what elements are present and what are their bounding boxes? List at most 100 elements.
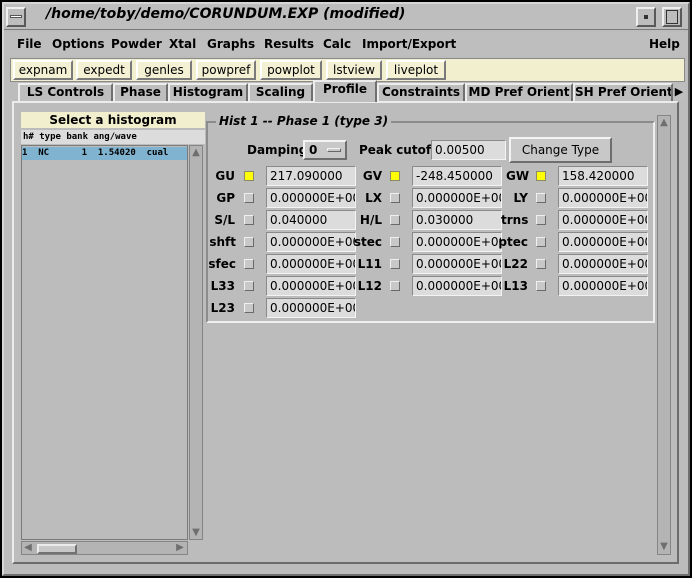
param-field-l11[interactable]: 0.000000E+00 [412, 254, 502, 274]
refine-checkbox-l11[interactable] [390, 259, 400, 269]
param-field-l23[interactable]: 0.000000E+00 [266, 298, 356, 318]
expedt-button[interactable]: expedt [76, 60, 132, 80]
tab-scaling[interactable]: Scaling [248, 83, 313, 101]
refine-checkbox-sfec[interactable] [244, 259, 254, 269]
menu-file[interactable]: File [17, 37, 42, 51]
param-field-lx[interactable]: 0.000000E+00 [412, 188, 502, 208]
param-field-gv[interactable]: -248.450000 [412, 166, 502, 186]
expnam-button[interactable]: expnam [13, 60, 73, 80]
lstview-button[interactable]: lstview [326, 60, 382, 80]
refine-checkbox-l22[interactable] [536, 259, 546, 269]
hscroll-thumb[interactable] [37, 544, 77, 554]
param-field-l12[interactable]: 0.000000E+00 [412, 276, 502, 296]
scroll-down-icon[interactable]: ▼ [190, 527, 202, 539]
menu-graphs[interactable]: Graphs [207, 37, 255, 51]
menu-xtal[interactable]: Xtal [169, 37, 196, 51]
param-field-l13[interactable]: 0.000000E+00 [558, 276, 648, 296]
minimize-button[interactable] [636, 7, 656, 27]
param-field-trns[interactable]: 0.000000E+00 [558, 210, 648, 230]
param-field-sl[interactable]: 0.040000 [266, 210, 356, 230]
refine-checkbox-ptec[interactable] [536, 237, 546, 247]
liveplot-button[interactable]: liveplot [386, 60, 446, 80]
window-menu-button[interactable] [6, 7, 26, 27]
tab-md-pref-orient[interactable]: MD Pref Orient [465, 83, 573, 101]
menu-powder[interactable]: Powder [111, 37, 162, 51]
option-menu-icon [327, 148, 341, 152]
tab-scroll-right-icon[interactable]: ▶ [673, 84, 685, 100]
histogram-list-columns: h# type bank ang/wave [21, 130, 205, 144]
refine-checkbox-stec[interactable] [390, 237, 400, 247]
refine-checkbox-sl[interactable] [244, 215, 254, 225]
menu-options[interactable]: Options [52, 37, 105, 51]
refine-checkbox-l23[interactable] [244, 303, 254, 313]
param-label-shft: shft [209, 235, 236, 249]
scroll-up-icon[interactable]: ▲ [190, 147, 202, 159]
param-label-gp: GP [216, 191, 235, 205]
param-field-gu[interactable]: 217.090000 [266, 166, 356, 186]
peak-cutoff-field[interactable]: 0.00500 [431, 140, 506, 160]
menu-import-export[interactable]: Import/Export [362, 37, 456, 51]
maximize-button[interactable] [662, 7, 682, 27]
maximize-icon [666, 10, 678, 24]
tab-profile[interactable]: Profile [313, 80, 377, 102]
menu-help[interactable]: Help [649, 37, 680, 51]
histogram-list-item[interactable]: 1 NC 1 1.54020 cual [22, 147, 187, 160]
refine-checkbox-l13[interactable] [536, 281, 546, 291]
param-field-sfec[interactable]: 0.000000E+00 [266, 254, 356, 274]
param-label-gv: GV [362, 169, 382, 183]
damping-menu[interactable]: 0 [303, 140, 347, 160]
powplot-button[interactable]: powplot [260, 60, 322, 80]
param-label-ly: LY [513, 191, 528, 205]
genles-button[interactable]: genles [136, 60, 192, 80]
param-field-gp[interactable]: 0.000000E+00 [266, 188, 356, 208]
profile-scrollbar[interactable] [657, 115, 671, 555]
tab-constraints[interactable]: Constraints [377, 83, 465, 101]
param-label-l11: L11 [357, 257, 382, 271]
param-field-ptec[interactable]: 0.000000E+00 [558, 232, 648, 252]
histogram-list-scrollbar[interactable] [189, 145, 203, 540]
refine-checkbox-lx[interactable] [390, 193, 400, 203]
histogram-list[interactable] [21, 145, 188, 540]
frame-title: Hist 1 -- Phase 1 (type 3) [216, 114, 392, 128]
param-label-gu: GU [215, 169, 235, 183]
scroll-left-icon[interactable]: ◀ [22, 542, 34, 554]
refine-checkbox-gp[interactable] [244, 193, 254, 203]
param-field-l33[interactable]: 0.000000E+00 [266, 276, 356, 296]
refine-checkbox-gv[interactable] [390, 171, 400, 181]
tab-ls-controls[interactable]: LS Controls [18, 83, 113, 101]
param-label-ptec: ptec [498, 235, 528, 249]
peak-cutoff-label: Peak cutoff [359, 143, 436, 157]
refine-checkbox-l12[interactable] [390, 281, 400, 291]
menu-calc[interactable]: Calc [323, 37, 351, 51]
tab-sh-pref-orient[interactable]: SH Pref Orient [573, 83, 673, 101]
refine-checkbox-l33[interactable] [244, 281, 254, 291]
refine-checkbox-shft[interactable] [244, 237, 254, 247]
refine-checkbox-hl[interactable] [390, 215, 400, 225]
param-field-shft[interactable]: 0.000000E+00 [266, 232, 356, 252]
refine-checkbox-trns[interactable] [536, 215, 546, 225]
minimize-icon [644, 15, 648, 19]
param-field-gw[interactable]: 158.420000 [558, 166, 648, 186]
window-title: /home/toby/demo/CORUNDUM.EXP (modified) [46, 6, 406, 22]
profile-scroll-down-icon[interactable]: ▼ [658, 541, 670, 553]
param-field-l22[interactable]: 0.000000E+00 [558, 254, 648, 274]
param-label-sfec: sfec [208, 257, 236, 271]
profile-scroll-up-icon[interactable]: ▲ [658, 117, 670, 129]
refine-checkbox-gu[interactable] [244, 171, 254, 181]
scroll-right-icon[interactable]: ▶ [174, 542, 186, 554]
change-type-button[interactable]: Change Type [509, 137, 612, 163]
refine-checkbox-gw[interactable] [536, 171, 546, 181]
tab-phase[interactable]: Phase [113, 83, 168, 101]
powpref-button[interactable]: powpref [196, 60, 256, 80]
menu-results[interactable]: Results [264, 37, 314, 51]
param-field-stec[interactable]: 0.000000E+00 [412, 232, 502, 252]
param-label-l23: L23 [210, 301, 235, 315]
param-label-gw: GW [506, 169, 530, 183]
param-field-ly[interactable]: 0.000000E+00 [558, 188, 648, 208]
param-field-hl[interactable]: 0.030000 [412, 210, 502, 230]
window-menu-icon [10, 15, 22, 18]
refine-checkbox-ly[interactable] [536, 193, 546, 203]
tab-histogram[interactable]: Histogram [168, 83, 248, 101]
param-label-l13: L13 [503, 279, 528, 293]
param-label-l22: L22 [503, 257, 528, 271]
